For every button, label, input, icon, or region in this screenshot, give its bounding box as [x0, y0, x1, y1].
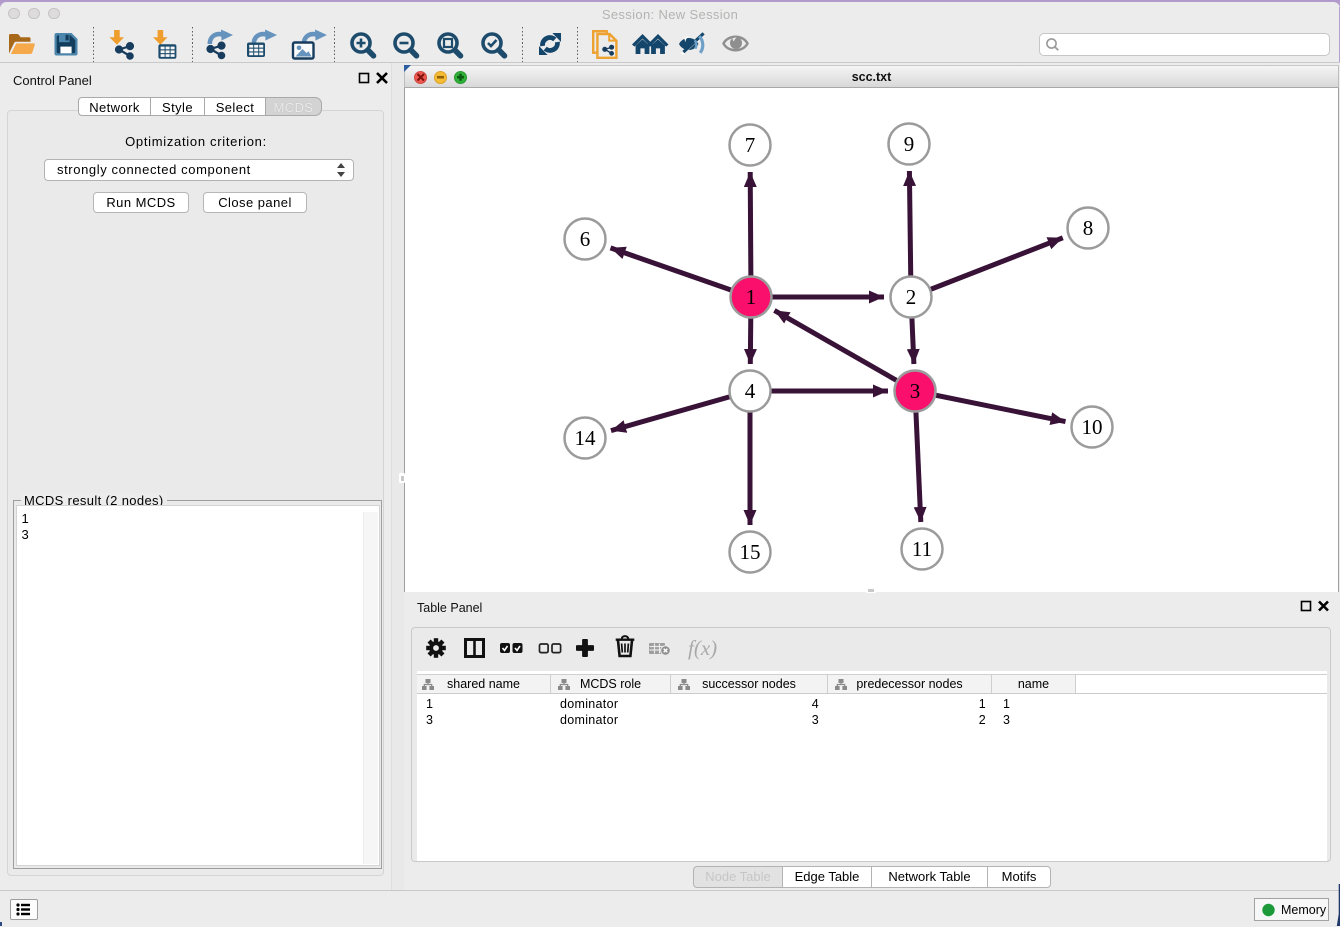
svg-text:11: 11: [912, 537, 932, 561]
svg-text:7: 7: [745, 133, 756, 157]
svg-text:3: 3: [910, 379, 921, 403]
svg-text:1: 1: [746, 285, 757, 309]
svg-text:f(x): f(x): [688, 636, 717, 660]
svg-text:2: 2: [906, 285, 917, 309]
svg-text:15: 15: [740, 540, 761, 564]
svg-text:4: 4: [745, 379, 756, 403]
svg-text:9: 9: [904, 132, 915, 156]
svg-text:10: 10: [1082, 415, 1103, 439]
svg-text:14: 14: [575, 426, 597, 450]
svg-text:8: 8: [1083, 216, 1094, 240]
svg-text:6: 6: [580, 227, 591, 251]
